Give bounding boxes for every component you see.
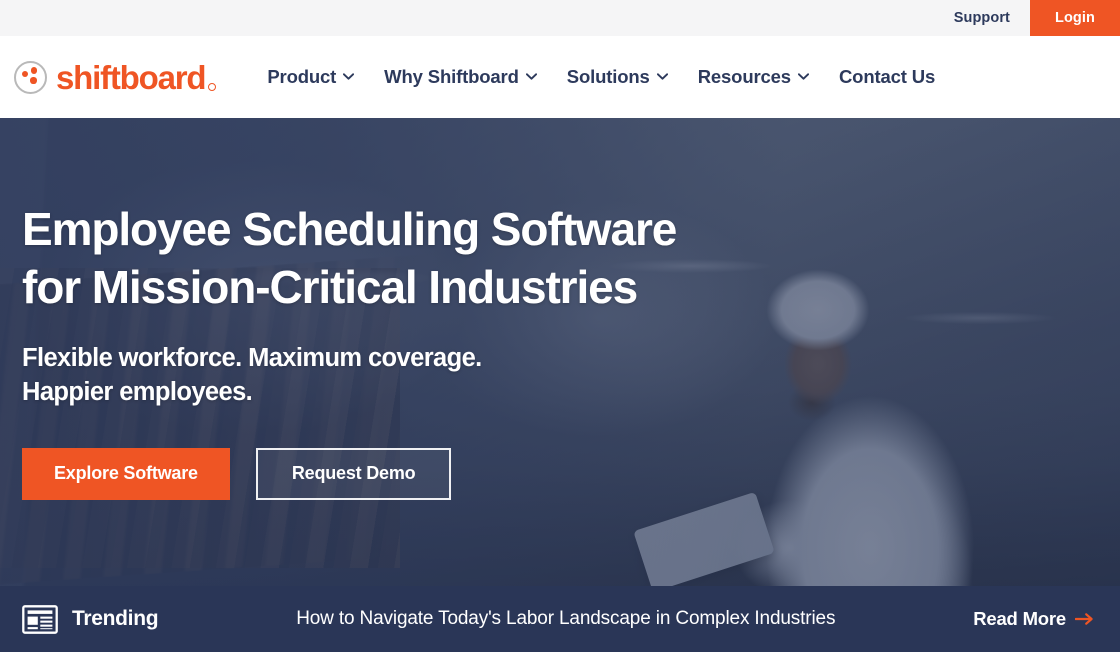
read-more-link[interactable]: Read More	[973, 608, 1098, 630]
nav-item-list: Product Why Shiftboard Solutions Resourc…	[252, 66, 950, 88]
brand-name: shiftboard	[56, 61, 217, 94]
chevron-down-icon	[343, 71, 355, 82]
hero-section: Employee Scheduling Software for Mission…	[0, 118, 1120, 586]
read-more-label: Read More	[973, 608, 1066, 629]
hero-title: Employee Scheduling Software for Mission…	[22, 200, 722, 317]
chevron-down-icon	[525, 71, 537, 82]
main-navigation: shiftboard Product Why Shiftboard Soluti…	[0, 36, 1120, 118]
nav-item-product[interactable]: Product	[252, 66, 369, 88]
nav-item-label: Product	[267, 66, 337, 87]
hero-content: Employee Scheduling Software for Mission…	[0, 118, 1120, 586]
utility-bar: Support Login	[0, 0, 1120, 36]
explore-software-button[interactable]: Explore Software	[22, 447, 230, 500]
nav-item-contact-us[interactable]: Contact Us	[824, 66, 950, 88]
shiftboard-circle-dots-logo-icon	[14, 60, 47, 94]
newspaper-icon	[22, 604, 58, 634]
nav-item-label: Contact Us	[838, 66, 936, 87]
nav-item-label: Resources	[697, 66, 791, 87]
hero-title-line-2: for Mission-Critical Industries	[22, 261, 638, 314]
nav-item-label: Solutions	[566, 66, 650, 87]
chevron-down-icon	[797, 71, 809, 82]
login-button[interactable]: Login	[1030, 0, 1120, 36]
hero-cta-group: Explore Software Request Demo	[22, 447, 1120, 500]
trending-headline-link[interactable]: How to Navigate Today's Labor Landscape …	[158, 608, 973, 630]
trending-bar: Trending How to Navigate Today's Labor L…	[0, 586, 1120, 652]
brand-logo-link[interactable]: shiftboard	[8, 60, 217, 94]
hero-subtitle-line-2: Happier employees.	[22, 378, 253, 407]
hero-subtitle-line-1: Flexible workforce. Maximum coverage.	[22, 343, 482, 372]
support-link[interactable]: Support	[934, 0, 1030, 36]
nav-item-solutions[interactable]: Solutions	[552, 66, 683, 88]
chevron-down-icon	[656, 71, 668, 82]
trending-label: Trending	[72, 607, 159, 630]
nav-item-label: Why Shiftboard	[384, 66, 519, 87]
request-demo-button[interactable]: Request Demo	[255, 447, 452, 500]
arrow-right-icon	[1075, 612, 1094, 626]
trending-label-group: Trending	[22, 604, 159, 634]
hero-title-line-1: Employee Scheduling Software	[22, 203, 677, 255]
nav-item-resources[interactable]: Resources	[683, 66, 824, 88]
hero-subtitle: Flexible workforce. Maximum coverage. Ha…	[22, 341, 1120, 410]
nav-item-why-shiftboard[interactable]: Why Shiftboard	[369, 66, 552, 88]
